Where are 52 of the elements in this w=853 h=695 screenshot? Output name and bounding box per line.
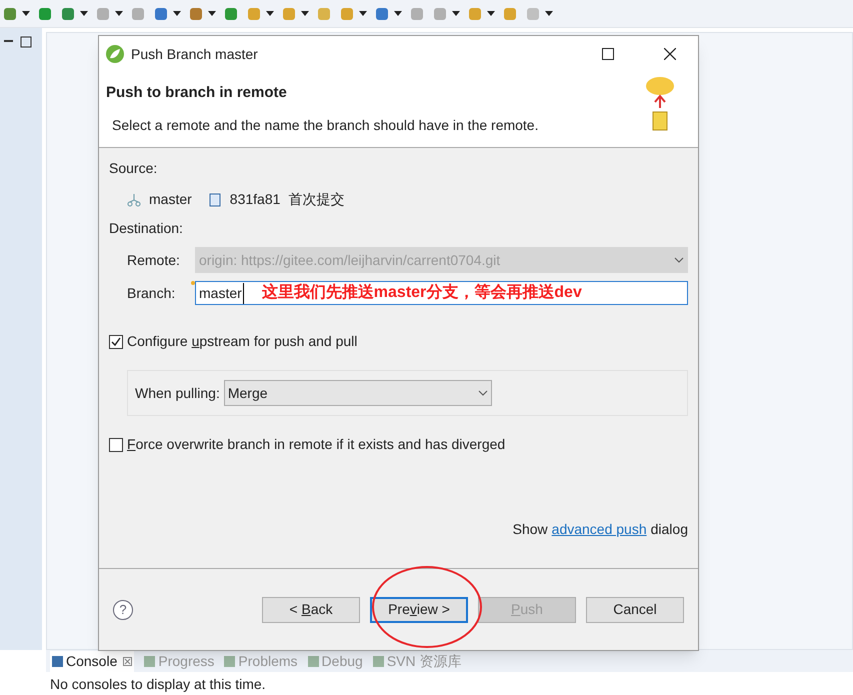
dropdown-arrow-icon[interactable] <box>208 11 216 16</box>
help-button[interactable]: ? <box>113 600 133 620</box>
console-tab[interactable]: Console <box>50 650 134 672</box>
close-icon[interactable] <box>664 48 676 60</box>
dialog-button[interactable]: Preview > <box>370 596 468 622</box>
toolbar-tool-icon[interactable] <box>223 6 239 22</box>
checkbox[interactable] <box>109 334 123 348</box>
pulling-label: When pulling: <box>135 384 220 403</box>
dialog-button[interactable]: Cancel <box>586 596 684 622</box>
console-message: No consoles to display at this time. <box>49 675 267 694</box>
dropdown-arrow-icon[interactable] <box>22 11 30 16</box>
source-branch: master <box>149 190 192 209</box>
branch-icon <box>127 192 141 206</box>
dropdown-arrow-icon[interactable] <box>452 11 460 16</box>
option-checkbox[interactable]: Configure upstream for push and pull <box>109 331 688 352</box>
toolbar-tool-icon[interactable] <box>60 6 76 22</box>
source-label: Source: <box>109 159 158 178</box>
branch-label: Branch: <box>127 284 176 302</box>
dropdown-arrow-icon[interactable] <box>115 11 123 16</box>
chevron-down-icon[interactable] <box>478 390 488 396</box>
pulling-dropdown[interactable]: Merge <box>224 380 492 406</box>
dialog-button[interactable]: < Back <box>262 596 360 622</box>
dropdown-arrow-icon[interactable] <box>266 11 274 16</box>
advanced-text: Show <box>512 520 548 539</box>
destination-label: Destination: <box>109 219 184 238</box>
maximize-icon[interactable] <box>20 36 32 48</box>
maximize-icon[interactable] <box>602 48 614 60</box>
dropdown-arrow-icon[interactable] <box>80 11 88 16</box>
branch-input[interactable]: master 这里我们先推送master分支，等会再推送dev <box>195 281 688 305</box>
dialog-title: Push Branch master <box>131 44 259 64</box>
remote-label: Remote: <box>127 250 181 270</box>
advanced-text: dialog <box>650 520 688 539</box>
option-checkbox[interactable]: Force overwrite branch in remote if it exists and has diverged <box>109 434 688 455</box>
dropdown-arrow-icon[interactable] <box>394 11 402 16</box>
commit-id: 831fa81 <box>230 190 280 209</box>
hint-icon <box>191 281 195 285</box>
toolbar-tool-icon[interactable] <box>374 6 390 22</box>
commit-icon <box>208 192 222 206</box>
checkbox[interactable] <box>109 438 123 452</box>
header-title: Push to branch in remote <box>106 83 288 103</box>
dropdown-arrow-icon[interactable] <box>173 11 181 16</box>
header-description: Select a remote and the name the branch should have in the remote. <box>112 116 540 134</box>
dropdown-arrow-icon[interactable] <box>487 11 495 16</box>
advanced-push-link[interactable]: advanced push <box>552 519 647 540</box>
toolbar-tool-icon[interactable] <box>37 6 53 22</box>
dropdown-arrow-icon[interactable] <box>301 11 309 16</box>
commit-message: 首次提交 <box>288 190 344 209</box>
dropdown-arrow-icon[interactable] <box>359 11 367 16</box>
dropdown-arrow-icon[interactable] <box>545 11 553 16</box>
toolbar-tool-icon[interactable] <box>153 6 169 22</box>
leaf-icon <box>105 44 125 64</box>
annotation-text: 这里我们先推送master分支，等会再推送dev <box>262 282 582 303</box>
